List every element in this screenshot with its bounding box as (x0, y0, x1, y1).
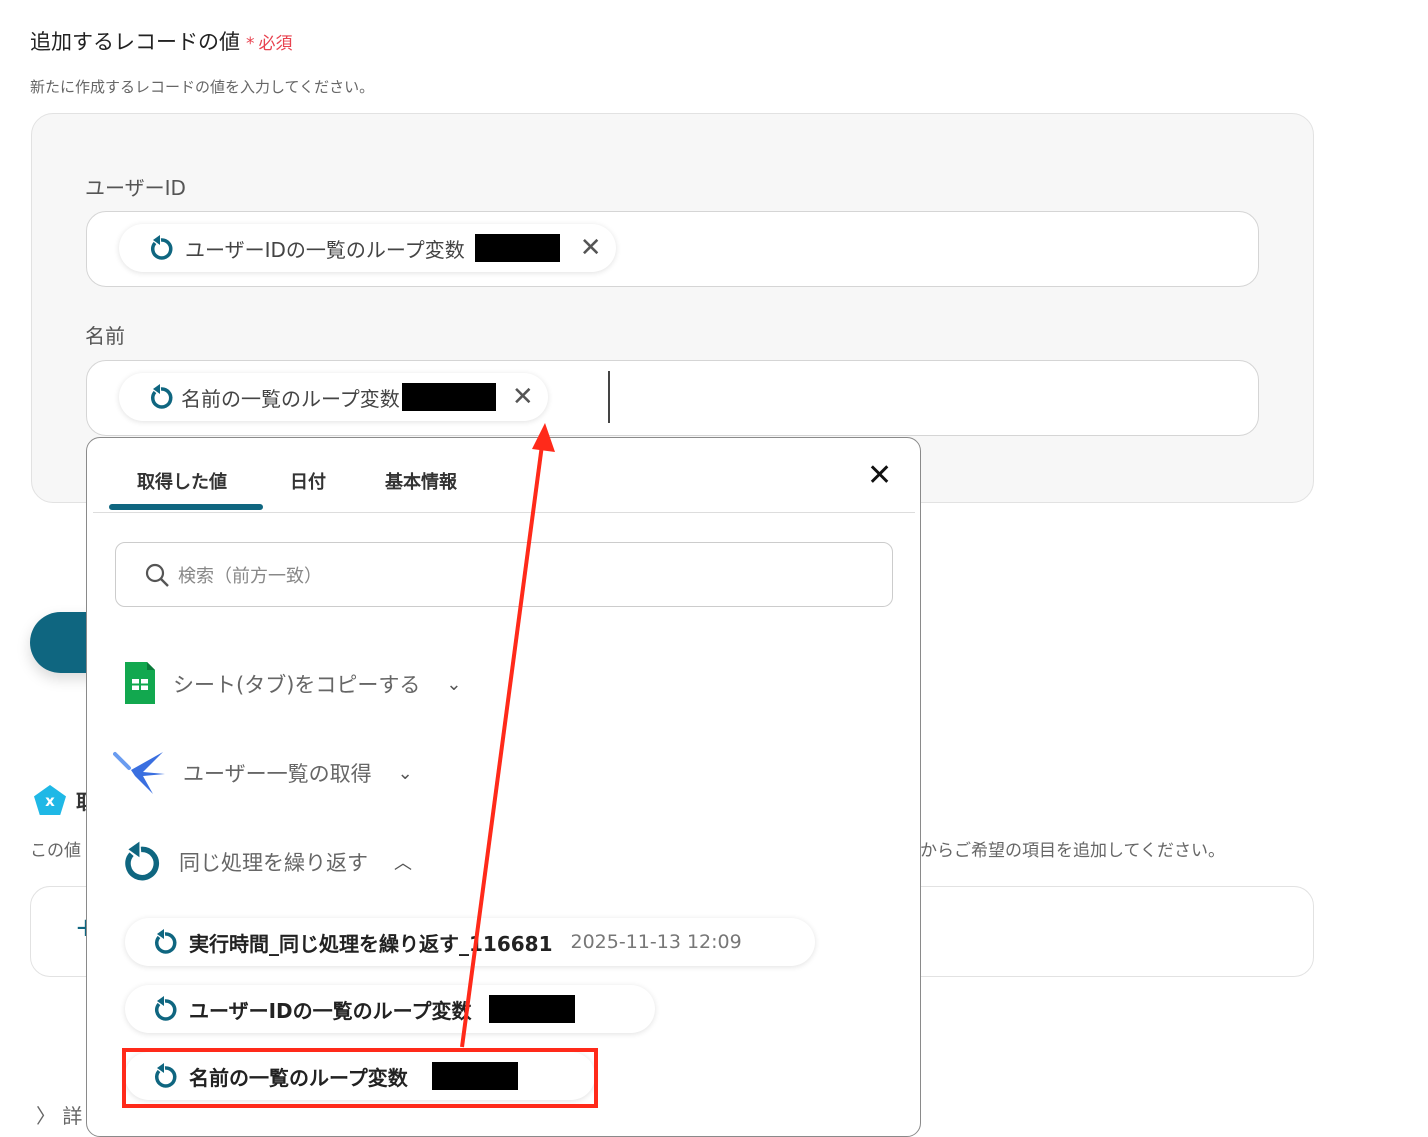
annotation-arrow (460, 423, 555, 1048)
